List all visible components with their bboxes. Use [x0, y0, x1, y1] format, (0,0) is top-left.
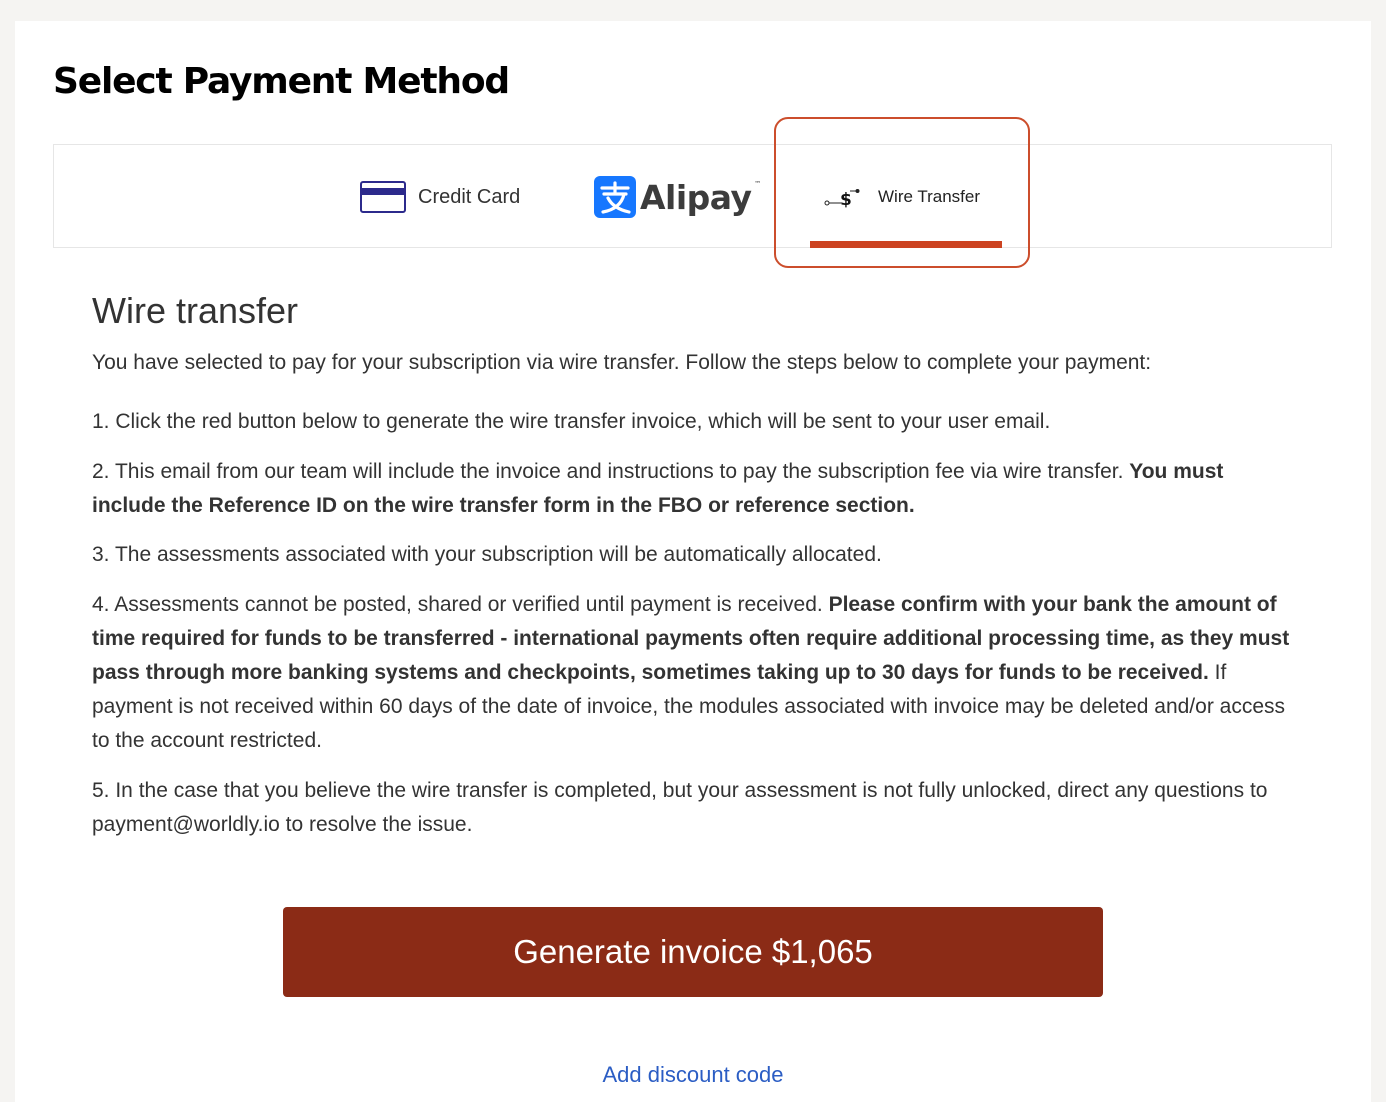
- step-2: 2. This email from our team will include…: [92, 455, 1302, 523]
- generate-invoice-button[interactable]: Generate invoice $1,065: [283, 907, 1103, 997]
- intro-text: You have selected to pay for your subscr…: [92, 351, 1152, 374]
- page-title: Select Payment Method: [53, 61, 510, 102]
- tab-credit-card-label: Credit Card: [418, 185, 521, 208]
- tab-alipay[interactable]: Alipay ™: [594, 145, 761, 249]
- trademark-mark: ™: [754, 179, 761, 188]
- payment-card: Select Payment Method Credit Card Alipay…: [15, 21, 1371, 1102]
- tab-wire-transfer-label: Wire Transfer: [878, 187, 981, 206]
- alipay-wordmark: Alipay ™: [640, 177, 761, 217]
- alipay-label: Alipay: [640, 177, 752, 217]
- svg-text:$: $: [840, 190, 852, 209]
- credit-card-icon: [360, 181, 406, 213]
- tab-wire-transfer[interactable]: $ Wire Transfer: [824, 145, 980, 249]
- step-1: 1. Click the red button below to generat…: [92, 410, 1051, 433]
- section-heading: Wire transfer: [92, 290, 299, 331]
- add-discount-code-link[interactable]: Add discount code: [15, 1062, 1371, 1088]
- step-3: 3. The assessments associated with your …: [92, 543, 882, 566]
- step-4: 4. Assessments cannot be posted, shared …: [92, 588, 1302, 758]
- step-4-text: 4. Assessments cannot be posted, shared …: [92, 593, 829, 616]
- tab-credit-card[interactable]: Credit Card: [360, 145, 520, 249]
- step-5: 5. In the case that you believe the wire…: [92, 779, 1268, 836]
- alipay-icon: [594, 176, 636, 218]
- active-tab-indicator: [810, 241, 1002, 248]
- payment-method-tabs: Credit Card Alipay ™ $ Wire Transfer: [53, 144, 1332, 248]
- step-2-text: 2. This email from our team will include…: [92, 460, 1130, 483]
- wire-transfer-section: Wire transfer You have selected to pay f…: [92, 289, 1302, 842]
- wire-transfer-icon: $: [824, 189, 860, 209]
